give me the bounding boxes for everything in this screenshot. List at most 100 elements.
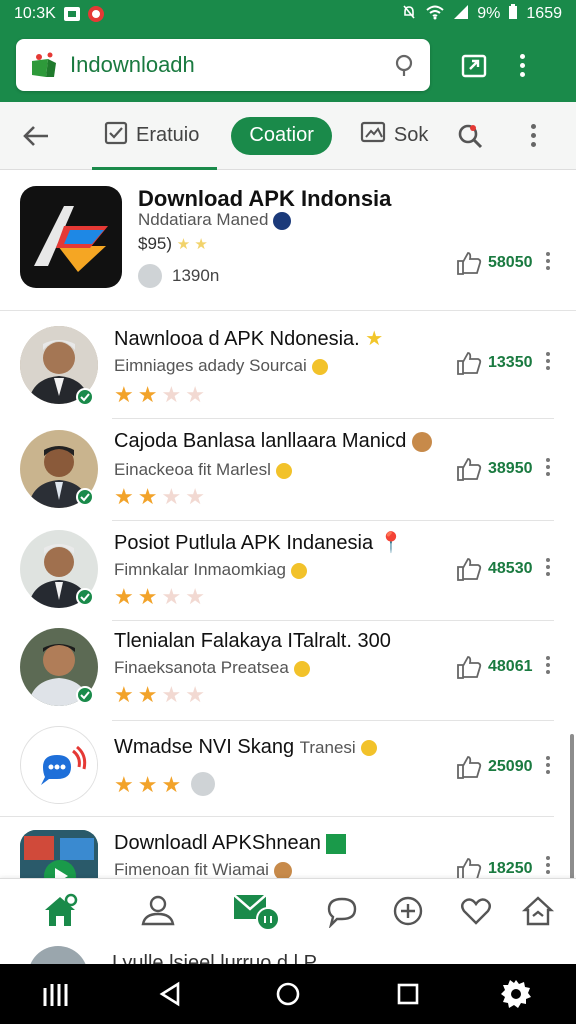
item-subtitle: Fimnkalar Inmaomkiag	[114, 560, 307, 580]
status-time: 10:3K	[14, 5, 56, 22]
favorite-icon[interactable]	[456, 891, 496, 931]
item-more-icon[interactable]	[546, 252, 550, 270]
thumbs-up-icon[interactable]	[456, 856, 482, 878]
rating-stars: ★ ★ ★ ★	[114, 584, 205, 609]
item-title: Posiot Putlula APK Indanesia 📍	[114, 532, 404, 554]
app-list: Download APK Indonsia Nddatiara Maned $9…	[0, 172, 576, 878]
location-pin-icon[interactable]	[392, 53, 416, 77]
item-title: Cajoda Banlasa lanllaara Manicd	[114, 430, 432, 453]
item-more-icon[interactable]	[546, 756, 550, 774]
overflow-menu-icon[interactable]	[512, 53, 532, 77]
system-nav-bar	[0, 964, 576, 1024]
featured-app-card[interactable]: Download APK Indonsia Nddatiara Maned $9…	[0, 172, 576, 310]
item-title: Downloadl APKShnean	[114, 832, 347, 855]
featured-downloads: 1390n	[172, 266, 220, 285]
bottom-nav	[0, 878, 576, 944]
home-icon[interactable]	[40, 891, 80, 931]
notification-box-icon	[63, 7, 80, 21]
featured-developer: Nddatiara Maned	[138, 210, 292, 230]
profile-icon[interactable]	[138, 891, 178, 931]
list-item[interactable]: Nawnlooa d APK Ndonesia. ★ Eimniages ada…	[0, 310, 576, 418]
item-title: Wmadse NVI Skang Tranesi	[114, 736, 378, 759]
rating-stars: ★ ★ ★ ★	[114, 682, 205, 707]
rating-stars: ★ ★ ★	[114, 772, 216, 798]
home-circle-icon[interactable]	[272, 978, 304, 1010]
list-item[interactable]: Posiot Putlula APK Indanesia 📍 Fimnkalar…	[0, 520, 576, 620]
media-app-icon	[20, 830, 98, 878]
recent-apps-icon[interactable]	[40, 978, 72, 1010]
app-bar: Indownloadh	[0, 28, 576, 102]
emoji-icon	[411, 431, 432, 452]
mute-icon	[401, 4, 417, 24]
list-item[interactable]: Tlenialan Falakaya ITalralt. 300 Finaeks…	[0, 620, 576, 720]
back-icon[interactable]	[154, 978, 186, 1010]
list-item[interactable]: Downloadl APKShnean Fimenoan fit Wiamai …	[0, 816, 576, 878]
thumbs-up-icon[interactable]	[456, 350, 482, 376]
item-subtitle: Finaeksanota Preatsea	[114, 658, 310, 678]
pin-icon: 📍	[378, 532, 404, 554]
checkbox-icon	[104, 121, 128, 151]
item-more-icon[interactable]	[546, 352, 550, 370]
featured-title: Download APK Indonsia	[138, 186, 392, 211]
emoji-icon	[290, 562, 307, 579]
peek-text: Lyulle lsieel lurruo d.l P.	[112, 952, 320, 964]
overview-square-icon[interactable]	[392, 978, 424, 1010]
rating-stars: ★ ★ ★ ★	[114, 382, 205, 407]
tab-overflow-icon[interactable]	[531, 124, 536, 147]
item-more-icon[interactable]	[546, 656, 550, 674]
globe-icon	[273, 211, 292, 230]
thumbs-up-icon[interactable]	[456, 754, 482, 780]
star-icon: ★ ★	[176, 236, 208, 253]
item-subtitle: Einackeoa fit Marlesl	[114, 460, 292, 480]
tab-eratuio[interactable]: Eratuio	[91, 102, 218, 170]
verified-check-icon	[76, 488, 94, 506]
search-bar[interactable]: Indownloadh	[16, 39, 430, 91]
featured-likes: 58050	[488, 254, 533, 271]
signal-icon	[453, 4, 469, 24]
thumbs-up-icon[interactable]	[456, 556, 482, 582]
open-in-app-icon[interactable]	[454, 45, 494, 85]
verified-check-icon	[76, 588, 94, 606]
item-more-icon[interactable]	[546, 856, 550, 874]
rating-stars: ★ ★ ★ ★	[114, 484, 205, 509]
search-icon[interactable]	[456, 122, 484, 150]
tab-bar: Eratuio Coatior Sok	[0, 102, 576, 170]
item-more-icon[interactable]	[546, 458, 550, 476]
item-title: Tlenialan Falakaya ITalralt. 300	[114, 630, 391, 652]
peek-row: Lyulle lsieel lurruo d.l P.	[0, 944, 576, 964]
house-outline-icon[interactable]	[518, 891, 558, 931]
app-logo-icon	[30, 51, 58, 79]
chat-icon[interactable]	[322, 891, 362, 931]
back-arrow-icon[interactable]	[18, 118, 54, 154]
search-input[interactable]: Indownloadh	[70, 52, 392, 78]
thumbs-up-icon[interactable]	[456, 250, 482, 276]
item-likes: 38950	[488, 460, 533, 477]
settings-gear-icon[interactable]	[500, 978, 532, 1010]
battery-icon	[508, 4, 518, 24]
item-title: Nawnlooa d APK Ndonesia. ★	[114, 328, 384, 350]
item-more-icon[interactable]	[546, 558, 550, 576]
emoji-icon	[311, 358, 328, 375]
item-subtitle: Fimenoan fit Wiamai	[114, 860, 292, 878]
record-icon	[87, 6, 104, 22]
thumbs-up-icon[interactable]	[456, 654, 482, 680]
tab-coatior-chip[interactable]: Coatior	[231, 116, 332, 155]
emoji-icon	[273, 861, 292, 878]
tab-eratuio-label: Eratuio	[136, 124, 200, 146]
add-icon[interactable]	[388, 891, 428, 931]
thumbs-up-icon[interactable]	[456, 456, 482, 482]
list-item[interactable]: Wmadse NVI Skang Tranesi ★ ★ ★ 25090	[0, 720, 576, 816]
list-item[interactable]: Cajoda Banlasa lanllaara Manicd Einackeo…	[0, 418, 576, 520]
item-likes: 18250	[488, 860, 533, 877]
document-icon	[326, 833, 347, 854]
tab-sok[interactable]: Sok	[360, 121, 428, 151]
inbox-icon[interactable]	[232, 891, 284, 931]
battery-percent: 9%	[477, 5, 501, 22]
scrollbar[interactable]	[570, 734, 574, 884]
chat-app-icon	[20, 726, 98, 804]
image-icon	[360, 121, 386, 151]
reviewer-avatar-icon	[191, 772, 216, 796]
status-clock: 1659	[526, 5, 562, 22]
item-subtitle: Eimniages adady Sourcai	[114, 356, 328, 376]
emoji-icon	[275, 462, 292, 479]
